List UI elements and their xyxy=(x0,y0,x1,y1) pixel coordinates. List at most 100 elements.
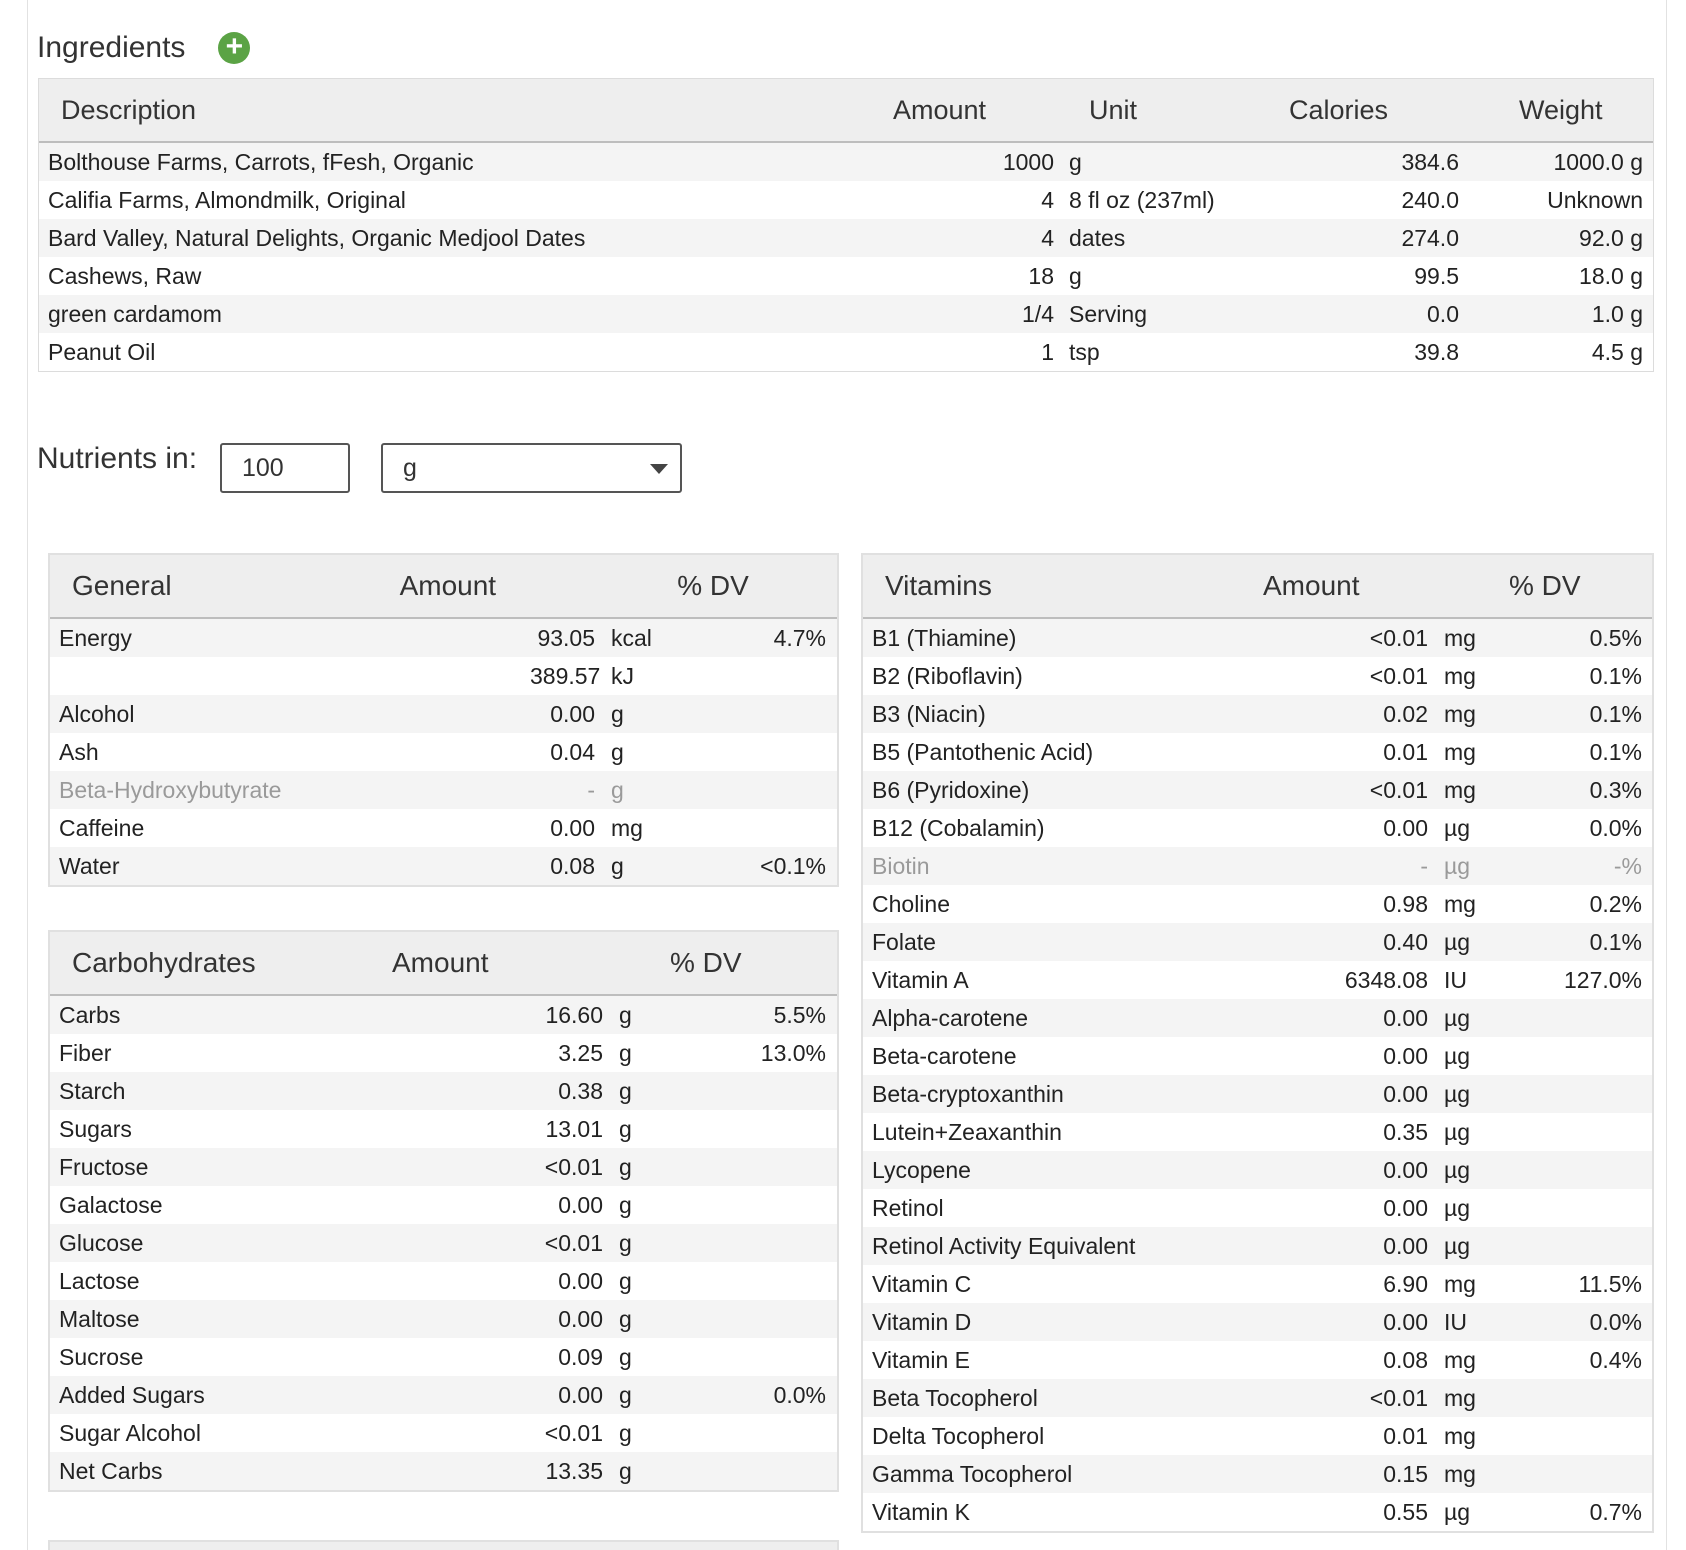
ingredient-row[interactable]: green cardamom 1/4 Serving 0.0 1.0 g xyxy=(39,295,1653,333)
nutrient-row: Folate 0.40 µg 0.1% xyxy=(863,923,1652,961)
nutrient-name: Beta-cryptoxanthin xyxy=(872,1080,1064,1107)
nutrient-amount: 93.05 xyxy=(537,624,595,651)
nutrient-amount: 6348.08 xyxy=(1344,966,1428,993)
ingredient-row[interactable]: Califia Farms, Almondmilk, Original 4 8 … xyxy=(39,181,1653,219)
carbohydrates-panel-body: Carbs 16.60 g 5.5% Fiber 3.25 g 13.0% Starch 0.… xyxy=(50,996,837,1490)
ingredient-unit: Serving xyxy=(1069,300,1147,327)
nutrient-name: Vitamin C xyxy=(872,1270,972,1297)
col-header-description[interactable]: Description xyxy=(39,95,859,126)
nutrient-amount: <0.01 xyxy=(1369,1384,1428,1411)
nutrient-row: Vitamin D 0.00 IU 0.0% xyxy=(863,1303,1652,1341)
nutrient-amount: 0.00 xyxy=(1383,1042,1428,1069)
nutrient-unit: mg xyxy=(1444,738,1476,765)
general-dv-header: % DV xyxy=(677,570,749,601)
ingredient-calories: 99.5 xyxy=(1414,262,1459,289)
nutrient-row: Energy 93.05 kcal 4.7% xyxy=(50,619,837,657)
nutrient-amount: <0.01 xyxy=(544,1153,603,1180)
nutrient-name: Ash xyxy=(59,738,99,765)
nutrient-unit: µg xyxy=(1444,852,1471,879)
nutrient-unit: g xyxy=(611,852,624,879)
general-panel-body: Energy 93.05 kcal 4.7% 389.57 kJ Alcohol 0.00… xyxy=(50,619,837,885)
col-header-weight[interactable]: Weight xyxy=(1459,95,1653,126)
ingredient-unit: g xyxy=(1069,148,1082,175)
nutrient-unit: µg xyxy=(1444,1118,1471,1145)
nutrient-dv: 127.0% xyxy=(1563,966,1642,993)
nutrient-unit: µg xyxy=(1444,1232,1471,1259)
nutrient-dv: 0.1% xyxy=(1589,928,1642,955)
carbohydrates-title: Carbohydrates xyxy=(72,947,256,978)
col-header-calories[interactable]: Calories xyxy=(1289,95,1459,126)
nutrient-amount: 0.00 xyxy=(1383,1156,1428,1183)
ingredient-unit: tsp xyxy=(1069,338,1100,365)
nutrient-amount: <0.01 xyxy=(1369,624,1428,651)
ingredient-calories: 384.6 xyxy=(1401,148,1459,175)
nutrient-row: Carbs 16.60 g 5.5% xyxy=(50,996,837,1034)
nutrient-row: Net Carbs 13.35 g xyxy=(50,1452,837,1490)
carbohydrates-panel-header: Carbohydrates Amount % DV xyxy=(50,932,837,996)
next-panel-header xyxy=(48,1540,839,1550)
nutrient-dv: 13.0% xyxy=(760,1039,826,1066)
ingredient-row[interactable]: Bolthouse Farms, Carrots, fFesh, Organic… xyxy=(39,143,1653,181)
ingredient-unit: 8 fl oz (237ml) xyxy=(1069,186,1215,213)
nutrients-amount-input[interactable]: 100 xyxy=(220,443,350,493)
nutrients-unit-select[interactable]: g xyxy=(381,443,682,493)
nutrient-unit: g xyxy=(619,1039,632,1066)
nutrient-amount: <0.01 xyxy=(544,1419,603,1446)
ingredient-row[interactable]: Bard Valley, Natural Delights, Organic M… xyxy=(39,219,1653,257)
ingredient-calories: 240.0 xyxy=(1401,186,1459,213)
nutrient-unit: kcal xyxy=(611,624,652,651)
ingredient-calories: 0.0 xyxy=(1427,300,1459,327)
nutrient-unit: mg xyxy=(1444,1422,1476,1449)
nutrient-dv: 0.4% xyxy=(1589,1346,1642,1373)
nutrient-unit: µg xyxy=(1444,928,1471,955)
nutrient-row: B12 (Cobalamin) 0.00 µg 0.0% xyxy=(863,809,1652,847)
chevron-down-icon xyxy=(650,464,668,474)
general-amount-header: Amount xyxy=(399,570,497,601)
ingredient-weight: 4.5 g xyxy=(1591,338,1643,365)
ingredient-unit: dates xyxy=(1069,224,1126,251)
ingredient-description: green cardamom xyxy=(48,300,222,327)
col-header-unit[interactable]: Unit xyxy=(1069,95,1289,126)
nutrient-row: Lactose 0.00 g xyxy=(50,1262,837,1300)
nutrient-amount: 0.35 xyxy=(1383,1118,1428,1145)
nutrient-row: B6 (Pyridoxine) <0.01 mg 0.3% xyxy=(863,771,1652,809)
nutrient-amount: 0.01 xyxy=(1383,1422,1428,1449)
ingredient-row[interactable]: Peanut Oil 1 tsp 39.8 4.5 g xyxy=(39,333,1653,371)
nutrient-amount: 0.00 xyxy=(1383,1194,1428,1221)
nutrient-name: Carbs xyxy=(59,1001,121,1028)
nutrient-name: Retinol Activity Equivalent xyxy=(872,1232,1136,1259)
ingredients-table-header: Description Amount Unit Calories Weight xyxy=(39,79,1653,143)
nutrient-name: Vitamin K xyxy=(872,1498,971,1525)
nutrient-row: Vitamin A 6348.08 IU 127.0% xyxy=(863,961,1652,999)
nutrient-name: Alpha-carotene xyxy=(872,1004,1028,1031)
ingredient-row[interactable]: Cashews, Raw 18 g 99.5 18.0 g xyxy=(39,257,1653,295)
nutrient-amount: 0.00 xyxy=(558,1305,603,1332)
nutrient-row: Beta Tocopherol <0.01 mg xyxy=(863,1379,1652,1417)
nutrient-unit: g xyxy=(611,738,624,765)
ingredient-amount: 18 xyxy=(1028,262,1054,289)
nutrient-name: Gamma Tocopherol xyxy=(872,1460,1073,1487)
nutrient-dv: 0.0% xyxy=(773,1381,826,1408)
col-header-amount[interactable]: Amount xyxy=(859,95,1069,126)
ingredient-weight: 92.0 g xyxy=(1579,224,1643,251)
general-panel-header: General Amount % DV xyxy=(50,555,837,619)
nutrient-row: Vitamin C 6.90 mg 11.5% xyxy=(863,1265,1652,1303)
nutrient-name: Net Carbs xyxy=(59,1457,163,1484)
nutrients-in-label: Nutrients in: xyxy=(37,442,198,475)
nutrient-unit: mg xyxy=(1444,624,1476,651)
ingredient-description: Cashews, Raw xyxy=(48,262,202,289)
nutrient-unit: IU xyxy=(1444,966,1467,993)
nutrient-row: Sugar Alcohol <0.01 g xyxy=(50,1414,837,1452)
nutrient-name: Vitamin A xyxy=(872,966,969,993)
nutrient-amount: 0.08 xyxy=(1383,1346,1428,1373)
vitamins-panel-body: B1 (Thiamine) <0.01 mg 0.5% B2 (Riboflavin)… xyxy=(863,619,1652,1531)
nutrient-amount: <0.01 xyxy=(1369,776,1428,803)
add-ingredient-button[interactable]: + xyxy=(218,32,251,64)
nutrient-unit: g xyxy=(619,1153,632,1180)
ingredient-unit: g xyxy=(1069,262,1082,289)
nutrient-row: Water 0.08 g <0.1% xyxy=(50,847,837,885)
nutrient-amount: 0.98 xyxy=(1383,890,1428,917)
nutrients-unit-selected: g xyxy=(403,454,417,482)
nutrient-unit: µg xyxy=(1444,814,1471,841)
ingredient-amount: 1/4 xyxy=(1022,300,1054,327)
